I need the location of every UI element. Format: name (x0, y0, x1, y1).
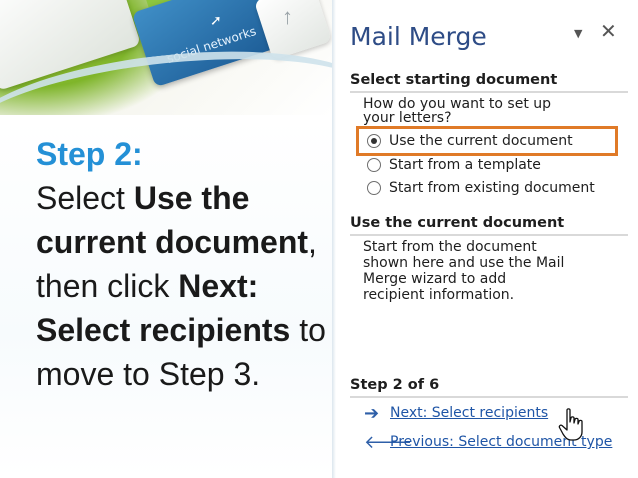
close-icon[interactable]: ✕ (600, 19, 617, 43)
pane-divider (332, 0, 336, 478)
step-instructions: Step 2: Select Use the current document,… (36, 132, 326, 396)
next-select-recipients-link[interactable]: ➔ Next: Select recipients (364, 403, 638, 423)
radio-use-current-document[interactable]: Use the current document (367, 131, 573, 151)
description-line-1: Start from the document (363, 239, 537, 255)
description-line-2: shown here and use the Mail (363, 255, 565, 271)
pane-title: Mail Merge (350, 22, 487, 51)
arrow-left-icon: 🡐 (364, 432, 413, 452)
slide-area: social networks ➚ ↑ Step 2: Select Use t… (0, 0, 332, 478)
radio-button[interactable] (367, 181, 381, 195)
mail-merge-pane: Mail Merge ▼ ✕ Select starting document … (332, 0, 638, 478)
section-heading-select-starting-document: Select starting document (350, 72, 628, 93)
arrow-right-icon: ➔ (364, 403, 380, 423)
radio-button-selected[interactable] (367, 134, 381, 148)
description-line-4: recipient information. (363, 287, 515, 303)
step-label: Step 2 of 6 (350, 377, 628, 398)
chevron-down-icon[interactable]: ▼ (574, 27, 582, 40)
hand-pointer-icon (558, 408, 583, 441)
description-line-3: Merge wizard to add (363, 271, 507, 287)
radio-label: Start from a template (389, 157, 541, 173)
up-arrow-icon: ↑ (282, 4, 293, 29)
question-text-line-2: your letters? (363, 110, 452, 126)
section-heading-use-current-document: Use the current document (350, 215, 628, 236)
next-link-text[interactable]: Next: Select recipients (390, 405, 548, 421)
radio-label: Use the current document (389, 133, 573, 149)
radio-label: Start from existing document (389, 180, 595, 196)
radio-start-from-existing-document[interactable]: Start from existing document (367, 178, 595, 198)
arrow-cursor-icon: ➚ (210, 12, 222, 28)
radio-button[interactable] (367, 158, 381, 172)
previous-select-document-link[interactable]: 🡐 Previous: Select document type (364, 432, 638, 452)
step-heading: Step 2: (36, 136, 143, 172)
radio-start-from-template[interactable]: Start from a template (367, 155, 541, 175)
step-text-1: Select (36, 180, 134, 216)
